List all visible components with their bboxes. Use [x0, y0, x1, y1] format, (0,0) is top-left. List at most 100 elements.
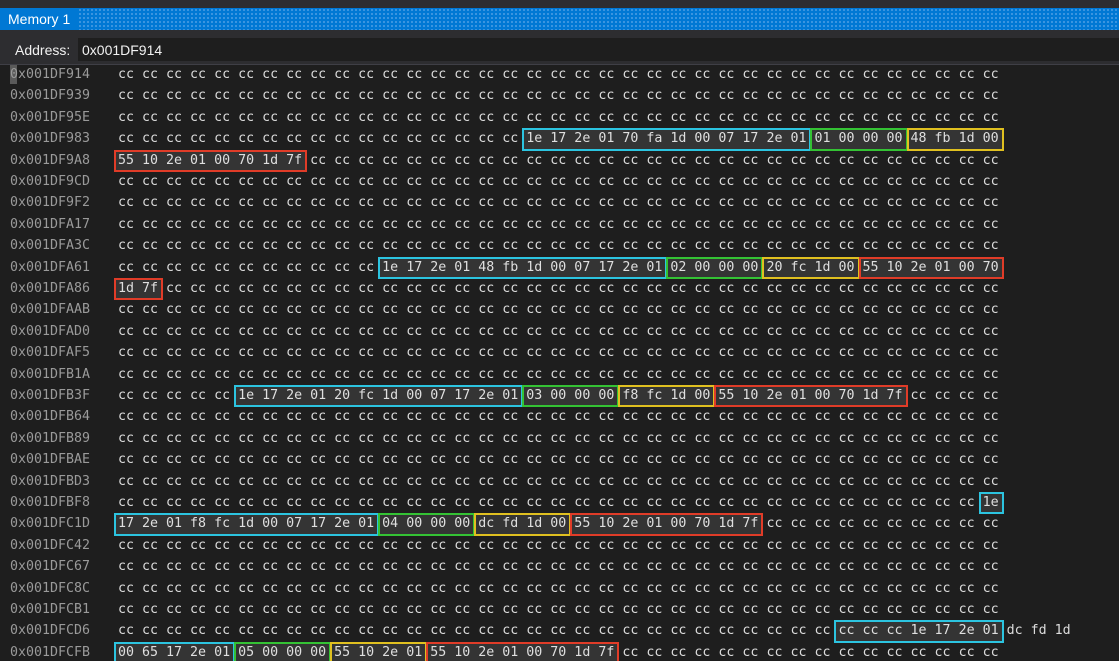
row-address: 0x001DF983	[10, 131, 91, 147]
highlight-box-red	[714, 385, 908, 408]
memory-view[interactable]: 0x001DF914 cc cc cc cc cc cc cc cc cc cc …	[0, 64, 1119, 661]
row-bytes[interactable]: cc cc cc cc cc cc cc cc cc cc cc cc cc c…	[118, 85, 999, 106]
highlight-box-cyan	[978, 492, 1004, 515]
highlight-box-yellow	[762, 256, 860, 279]
row-bytes[interactable]: cc cc cc cc cc cc cc cc cc cc cc cc cc c…	[118, 471, 999, 492]
row-bytes[interactable]: cc cc cc cc cc cc cc cc cc cc cc cc cc c…	[118, 449, 999, 470]
memory-row[interactable]: 0x001DFC67 cc cc cc cc cc cc cc cc cc cc …	[0, 556, 1119, 577]
highlight-box-red	[114, 278, 164, 301]
memory-row[interactable]: 0x001DFBF8 cc cc cc cc cc cc cc cc cc cc …	[0, 492, 1119, 513]
highlight-box-yellow	[474, 513, 572, 536]
highlight-box-red	[570, 513, 764, 536]
row-bytes[interactable]: cc cc cc cc cc cc cc cc cc cc cc cc cc c…	[118, 492, 999, 513]
memory-row[interactable]: 0x001DFA3C cc cc cc cc cc cc cc cc cc cc …	[0, 235, 1119, 256]
highlight-box-green	[522, 385, 620, 408]
row-address: 0x001DF9A8	[10, 152, 91, 168]
memory-row[interactable]: 0x001DF914 cc cc cc cc cc cc cc cc cc cc …	[0, 64, 1119, 85]
memory-row[interactable]: 0x001DFBD3 cc cc cc cc cc cc cc cc cc cc …	[0, 471, 1119, 492]
row-address: 0x001DF939	[10, 88, 91, 104]
highlight-box-red	[858, 256, 1004, 279]
row-address: 0x001DFAD0	[10, 323, 91, 339]
row-bytes[interactable]: cc cc cc cc cc cc cc cc cc cc cc cc cc c…	[118, 406, 999, 427]
row-address: 0x001DF914	[10, 67, 91, 82]
memory-row[interactable]: 0x001DFB64 cc cc cc cc cc cc cc cc cc cc …	[0, 406, 1119, 427]
highlight-box-cyan	[234, 385, 524, 408]
row-bytes[interactable]: cc cc cc cc cc cc cc cc cc cc cc cc cc c…	[118, 578, 999, 599]
row-bytes[interactable]: cc cc cc cc cc cc cc cc cc cc cc cc cc c…	[118, 556, 999, 577]
row-bytes[interactable]: cc cc cc cc cc cc cc cc cc cc cc cc cc c…	[118, 214, 999, 235]
memory-row[interactable]: 0x001DFAF5 cc cc cc cc cc cc cc cc cc cc …	[0, 342, 1119, 363]
highlight-box-red	[426, 641, 620, 661]
memory-row[interactable]: 0x001DFA17 cc cc cc cc cc cc cc cc cc cc …	[0, 214, 1119, 235]
row-address: 0x001DFAF5	[10, 345, 91, 361]
highlight-box-green	[810, 128, 908, 151]
memory-row[interactable]: 0x001DFCB1 cc cc cc cc cc cc cc cc cc cc …	[0, 599, 1119, 620]
row-address: 0x001DFA86	[10, 281, 91, 296]
highlight-box-cyan	[834, 620, 1004, 643]
row-bytes[interactable]: cc cc cc cc cc cc cc cc cc cc cc cc cc c…	[118, 535, 999, 556]
row-address: 0x001DFC8C	[10, 580, 91, 596]
row-bytes[interactable]: cc cc cc cc cc cc cc cc cc cc cc cc cc c…	[118, 299, 999, 320]
memory-tab-strip[interactable]: Memory 1	[0, 8, 1119, 30]
address-label: Address:	[15, 42, 71, 58]
row-bytes[interactable]: cc cc cc cc cc cc cc cc cc cc cc cc cc c…	[118, 321, 999, 342]
row-address: 0x001DF9CD	[10, 174, 91, 189]
row-bytes[interactable]: 1d 7f cc cc cc cc cc cc cc cc cc cc cc c…	[118, 278, 999, 299]
highlight-box-yellow	[618, 385, 716, 408]
highlight-box-cyan	[114, 513, 380, 536]
row-bytes[interactable]: cc cc cc cc cc cc cc cc cc cc cc cc cc c…	[118, 64, 999, 85]
address-bar: Address:	[0, 36, 1119, 65]
highlight-box-green	[666, 256, 764, 279]
memory-row[interactable]: 0x001DF9CD cc cc cc cc cc cc cc cc cc cc …	[0, 171, 1119, 192]
row-address: 0x001DFAAB	[10, 302, 91, 318]
row-address: 0x001DFB89	[10, 430, 91, 446]
memory-row[interactable]: 0x001DFC42 cc cc cc cc cc cc cc cc cc cc …	[0, 535, 1119, 556]
highlight-box-cyan	[378, 256, 668, 279]
row-address: 0x001DFC42	[10, 537, 91, 553]
memory-row[interactable]: 0x001DFA86 1d 7f cc cc cc cc cc cc cc cc …	[0, 278, 1119, 299]
row-bytes[interactable]: cc cc cc cc cc cc cc cc cc cc cc cc cc c…	[118, 235, 999, 256]
memory-row[interactable]: 0x001DF939 cc cc cc cc cc cc cc cc cc cc …	[0, 85, 1119, 106]
row-address: 0x001DFBAE	[10, 452, 91, 468]
row-bytes[interactable]: cc cc cc cc cc cc cc cc cc cc cc cc cc c…	[118, 599, 999, 620]
row-address: 0x001DFC67	[10, 559, 91, 575]
highlight-box-red	[114, 149, 308, 172]
highlight-box-yellow	[906, 128, 1004, 151]
memory-row[interactable]: 0x001DFBAE cc cc cc cc cc cc cc cc cc cc …	[0, 449, 1119, 470]
row-address: 0x001DFCFB	[10, 644, 91, 660]
row-address: 0x001DFB3F	[10, 388, 91, 403]
row-bytes[interactable]: cc cc cc cc cc cc cc cc cc cc cc cc cc c…	[118, 342, 999, 363]
memory-row[interactable]: 0x001DF9F2 cc cc cc cc cc cc cc cc cc cc …	[0, 192, 1119, 213]
row-address: 0x001DFCB1	[10, 602, 91, 617]
highlight-box-green	[378, 513, 476, 536]
memory-row[interactable]: 0x001DF95E cc cc cc cc cc cc cc cc cc cc …	[0, 107, 1119, 128]
row-address: 0x001DFBD3	[10, 473, 91, 489]
row-bytes[interactable]: cc cc cc cc cc cc cc cc cc cc cc cc cc c…	[118, 428, 999, 449]
row-address: 0x001DFB64	[10, 409, 91, 425]
row-address: 0x001DFC1D	[10, 516, 91, 532]
row-address: 0x001DFA3C	[10, 238, 91, 254]
window-titlebar: Memory 1	[0, 0, 1119, 36]
row-address: 0x001DFBF8	[10, 495, 91, 510]
memory-row[interactable]: 0x001DFB89 cc cc cc cc cc cc cc cc cc cc …	[0, 428, 1119, 449]
memory-row[interactable]: 0x001DFAD0 cc cc cc cc cc cc cc cc cc cc …	[0, 321, 1119, 342]
row-address: 0x001DFA61	[10, 259, 91, 275]
highlight-box-cyan	[114, 641, 236, 661]
tab-memory-1[interactable]: Memory 1	[0, 8, 79, 30]
memory-row[interactable]: 0x001DFAAB cc cc cc cc cc cc cc cc cc cc …	[0, 299, 1119, 320]
memory-row[interactable]: 0x001DFB1A cc cc cc cc cc cc cc cc cc cc …	[0, 364, 1119, 385]
highlight-box-cyan	[522, 128, 812, 151]
address-input[interactable]	[78, 38, 1119, 61]
row-address: 0x001DFCD6	[10, 623, 91, 639]
row-bytes[interactable]: cc cc cc cc cc cc cc cc cc cc cc cc cc c…	[118, 364, 999, 385]
row-bytes[interactable]: cc cc cc cc cc cc cc cc cc cc cc cc cc c…	[118, 107, 999, 128]
row-address: 0x001DF9F2	[10, 195, 91, 211]
row-address: 0x001DFB1A	[10, 366, 91, 382]
highlight-box-green	[234, 641, 332, 661]
row-bytes[interactable]: cc cc cc cc cc cc cc cc cc cc cc cc cc c…	[118, 171, 999, 192]
row-address: 0x001DF95E	[10, 109, 91, 125]
row-address: 0x001DFA17	[10, 216, 91, 232]
highlight-box-yellow	[330, 641, 428, 661]
memory-row[interactable]: 0x001DFC8C cc cc cc cc cc cc cc cc cc cc …	[0, 578, 1119, 599]
row-bytes[interactable]: cc cc cc cc cc cc cc cc cc cc cc cc cc c…	[118, 192, 999, 213]
